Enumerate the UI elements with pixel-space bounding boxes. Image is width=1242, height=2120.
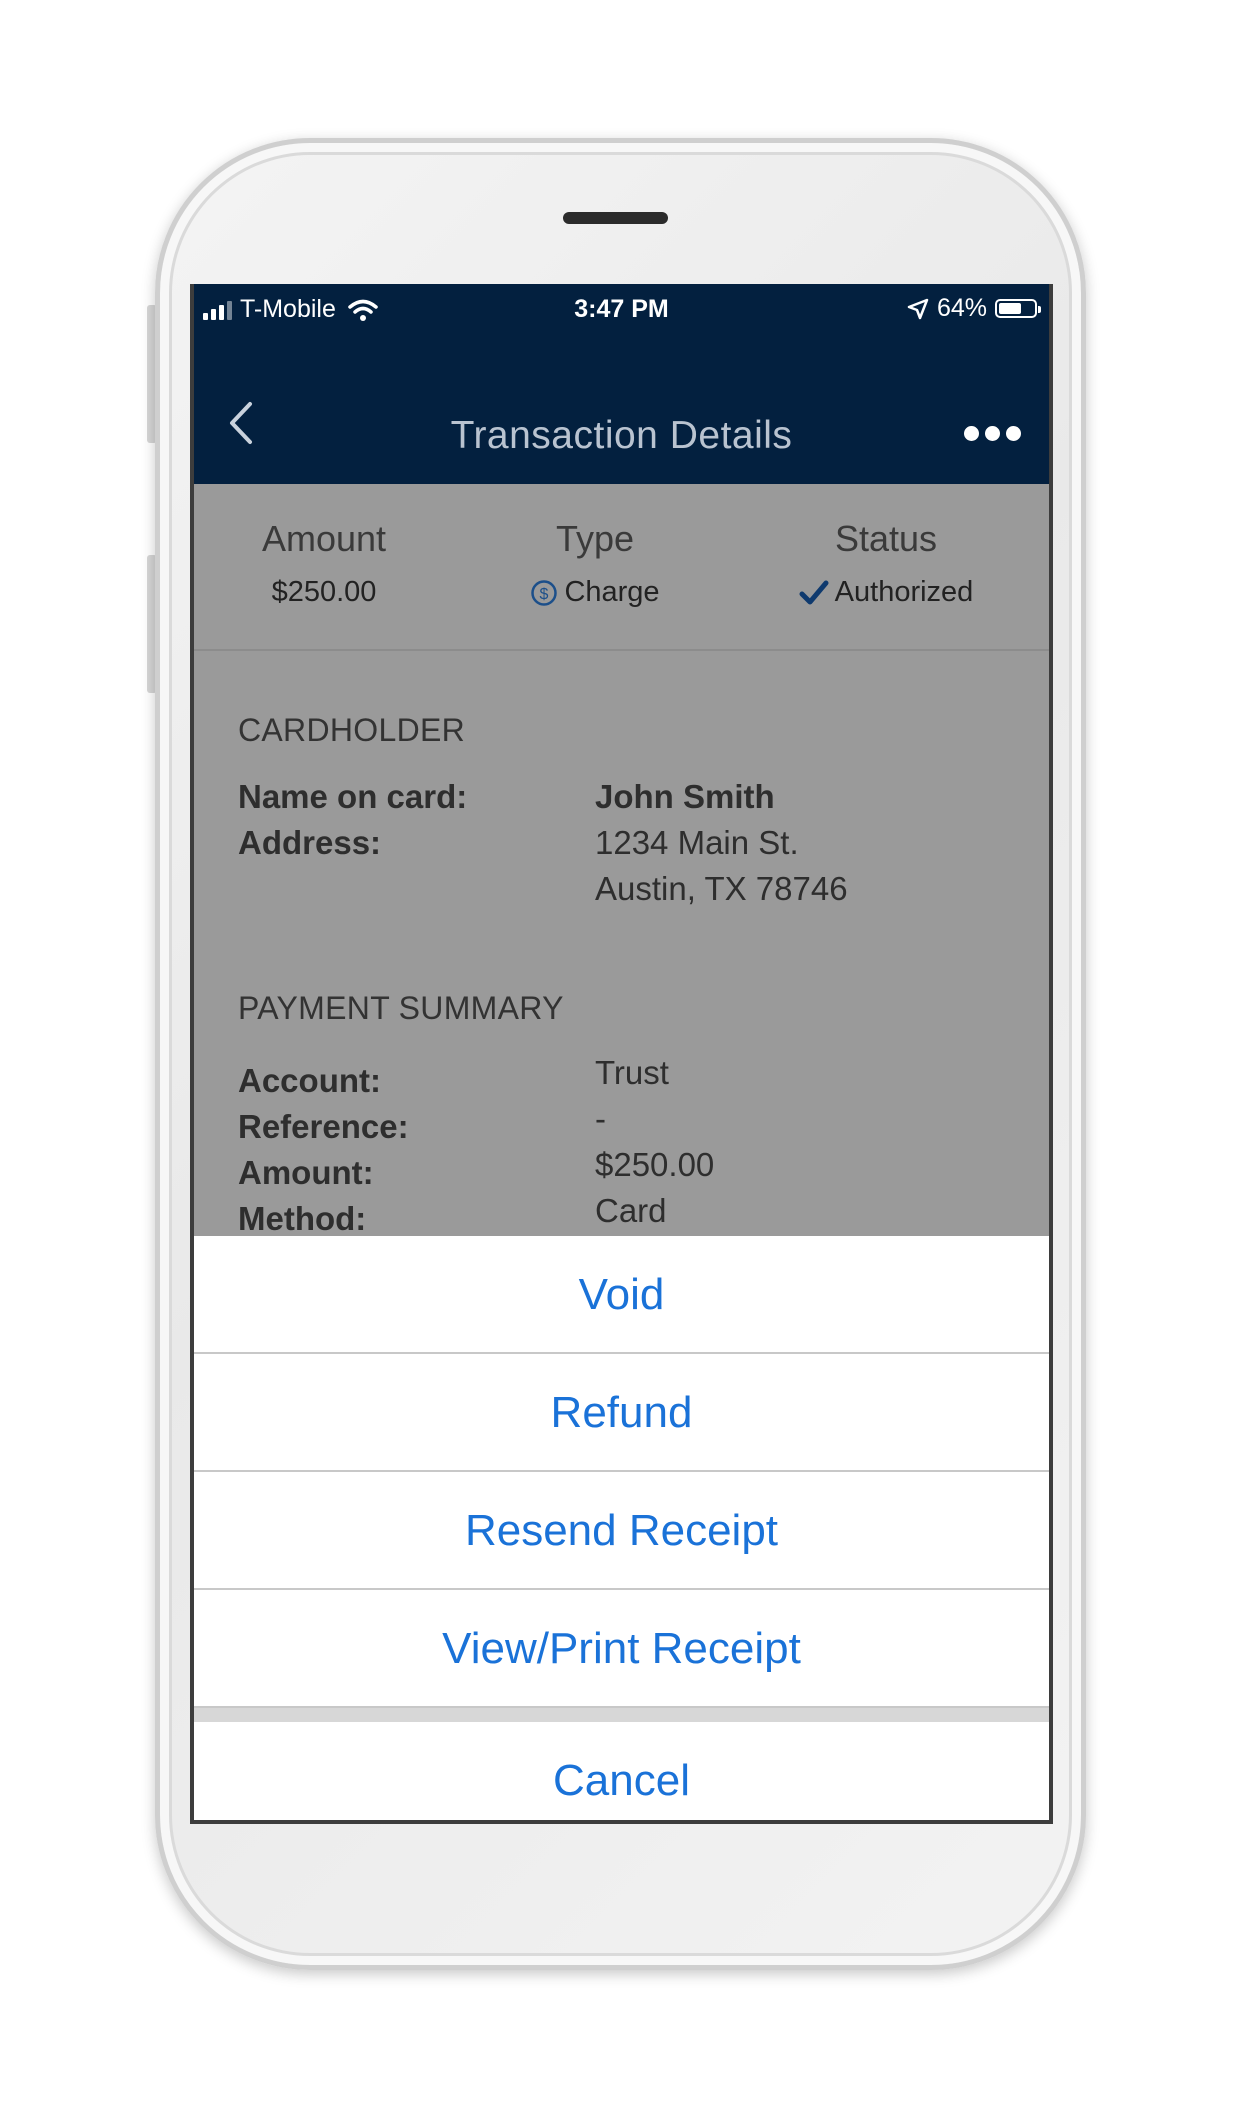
svg-text:$: $ (540, 586, 549, 603)
void-button[interactable]: Void (194, 1236, 1049, 1354)
amount-value: $250.00 (271, 576, 377, 608)
checkmark-icon (799, 580, 829, 604)
summary-amount: Amount $250.00 (194, 518, 464, 609)
summary-type: Type $ Charge (455, 518, 735, 609)
phone-speaker (563, 212, 668, 224)
refund-button[interactable]: Refund (194, 1354, 1049, 1472)
name-on-card-value: John Smith (595, 778, 775, 815)
method-label: Method: (238, 1200, 367, 1237)
battery-fill (999, 303, 1021, 314)
address-line2: Austin, TX 78746 (595, 870, 848, 907)
address-line1: 1234 Main St. (595, 824, 799, 861)
dollar-circle-icon: $ (531, 579, 558, 606)
name-on-card-label: Name on card: (238, 778, 468, 815)
type-header: Type (555, 518, 635, 559)
type-value: Charge (564, 576, 660, 608)
account-label: Account: (238, 1062, 381, 1099)
transaction-summary: Amount $250.00 Type $ Charge Status Auth… (194, 484, 1049, 651)
action-sheet: Void Refund Resend Receipt View/Print Re… (194, 1236, 1049, 1820)
amount-header: Amount (261, 518, 387, 559)
resend-receipt-button[interactable]: Resend Receipt (194, 1472, 1049, 1590)
view-print-receipt-button[interactable]: View/Print Receipt (194, 1590, 1049, 1708)
cancel-button[interactable]: Cancel (194, 1722, 1049, 1820)
status-header: Status (834, 518, 938, 559)
header-bar: T-Mobile 3:47 PM 64% Transaction Details (194, 284, 1049, 484)
amount-detail-value: $250.00 (595, 1146, 715, 1183)
method-value: Card (595, 1192, 667, 1229)
phone-screen: T-Mobile 3:47 PM 64% Transaction Details… (190, 284, 1053, 1824)
location-arrow-icon (907, 298, 929, 319)
cardholder-section-title: CARDHOLDER (238, 712, 466, 748)
amount-label: Amount: (238, 1154, 374, 1191)
more-dots-icon[interactable] (964, 426, 1021, 441)
battery-icon (995, 299, 1041, 318)
summary-status: Status Authorized (746, 518, 1026, 609)
status-right: 64% (907, 294, 1041, 323)
page-title: Transaction Details (450, 414, 793, 457)
reference-value: - (595, 1100, 606, 1137)
battery-percent: 64% (936, 294, 987, 322)
status-bar: T-Mobile 3:47 PM 64% (194, 284, 1049, 338)
address-label: Address: (238, 824, 382, 861)
account-value: Trust (595, 1054, 669, 1091)
reference-label: Reference: (238, 1108, 409, 1145)
status-value: Authorized (834, 576, 974, 608)
payment-summary-section-title: PAYMENT SUMMARY (238, 990, 564, 1026)
